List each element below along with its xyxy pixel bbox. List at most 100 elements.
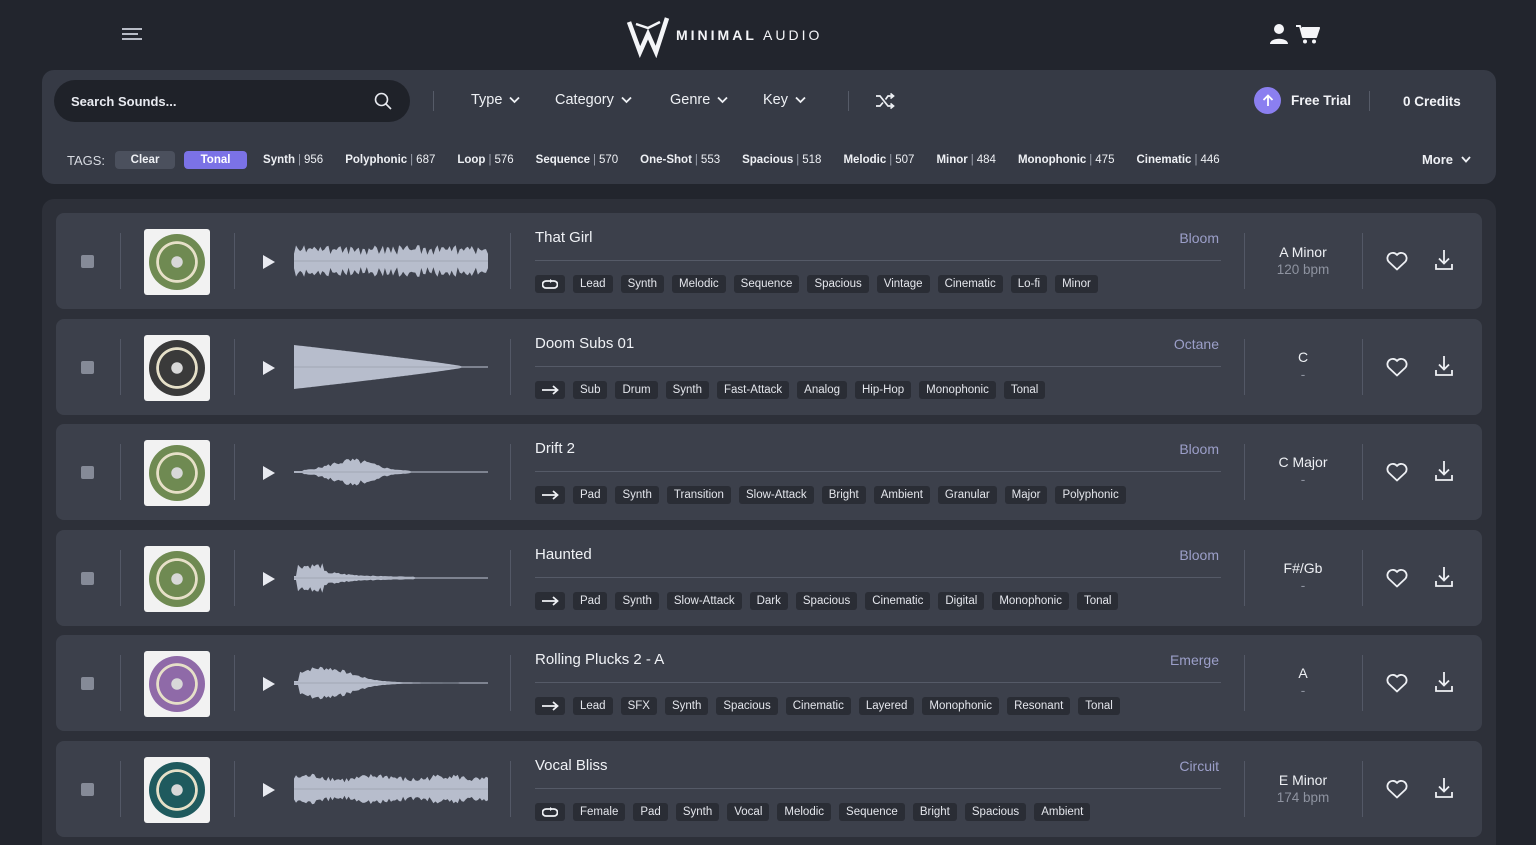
waveform[interactable] [294, 341, 488, 393]
waveform[interactable] [294, 763, 488, 815]
sound-row[interactable]: Doom Subs 01 Octane Sub Drum Synth Fast-Attac… [56, 318, 1482, 415]
category-dropdown[interactable]: Category [555, 92, 632, 108]
sound-tag[interactable]: Monophonic [922, 697, 1000, 716]
tag-filter-minor[interactable]: Minor | 484 [936, 154, 996, 166]
tag-filter-spacious[interactable]: Spacious | 518 [742, 154, 821, 166]
sound-tag[interactable]: Female [573, 803, 626, 821]
sound-tag[interactable]: Ambient [1034, 803, 1091, 821]
pack-name[interactable]: Bloom [1179, 230, 1219, 246]
clear-tags-button[interactable]: Clear [115, 151, 176, 169]
heart-icon[interactable] [1386, 779, 1408, 799]
sound-tag[interactable]: Monophonic [919, 380, 996, 399]
pack-thumbnail[interactable] [144, 757, 210, 823]
sound-tag[interactable]: Lead [573, 697, 613, 716]
shuffle-icon[interactable] [875, 92, 895, 110]
sound-tag[interactable]: Major [1004, 486, 1048, 505]
user-icon[interactable] [1269, 23, 1289, 45]
heart-icon[interactable] [1386, 462, 1408, 482]
sound-tag[interactable]: Synth [675, 803, 720, 821]
sound-tag[interactable]: Vocal [727, 803, 770, 821]
sound-tag[interactable]: Synth [615, 486, 659, 505]
tag-filter-polyphonic[interactable]: Polyphonic | 687 [345, 154, 435, 166]
tag-filter-loop[interactable]: Loop | 576 [457, 154, 513, 166]
tag-filter-cinematic[interactable]: Cinematic | 446 [1136, 154, 1219, 166]
waveform[interactable] [294, 446, 488, 498]
sound-tag[interactable]: Pad [573, 591, 608, 610]
more-tags-button[interactable]: More [1422, 152, 1471, 167]
download-icon[interactable] [1434, 355, 1454, 377]
sound-tag[interactable]: Tonal [1078, 697, 1120, 716]
sound-tag[interactable]: Tonal [1003, 380, 1046, 399]
sound-tag[interactable]: Pad [633, 803, 668, 821]
play-icon[interactable] [262, 676, 276, 692]
hamburger-menu-icon[interactable] [122, 28, 142, 42]
waveform[interactable] [294, 657, 488, 709]
sound-tag[interactable]: Synth [615, 591, 659, 610]
active-tag-tonal[interactable]: Tonal [184, 151, 248, 169]
sound-tag[interactable]: Minor [1055, 275, 1098, 293]
sound-tag[interactable]: SFX [620, 697, 657, 716]
tag-filter-one-shot[interactable]: One-Shot | 553 [640, 154, 720, 166]
select-checkbox[interactable] [81, 677, 94, 691]
sound-tag[interactable]: Lead [573, 275, 613, 293]
sound-tag[interactable]: Spacious [964, 803, 1027, 821]
free-trial-button[interactable]: Free Trial [1254, 87, 1351, 114]
pack-name[interactable]: Bloom [1179, 441, 1219, 457]
pack-thumbnail[interactable] [144, 229, 210, 295]
sound-tag[interactable]: Ambient [873, 486, 930, 505]
sound-tag[interactable]: Melodic [672, 275, 726, 293]
download-icon[interactable] [1434, 249, 1454, 271]
sound-name[interactable]: Vocal Bliss [535, 757, 608, 774]
sound-tag[interactable]: Synth [664, 697, 709, 716]
sound-tag[interactable]: Cinematic [785, 697, 851, 716]
pack-name[interactable]: Bloom [1179, 547, 1219, 563]
download-icon[interactable] [1434, 460, 1454, 482]
select-checkbox[interactable] [81, 360, 94, 374]
sound-row[interactable]: Haunted Bloom Pad Synth Slow-Attack Dark Spaci… [56, 529, 1482, 626]
sound-tag[interactable]: Monophonic [992, 591, 1069, 610]
sound-tag[interactable]: Slow-Attack [738, 486, 814, 505]
sound-name[interactable]: That Girl [535, 229, 593, 246]
heart-icon[interactable] [1386, 673, 1408, 693]
sound-tag[interactable]: Layered [858, 697, 915, 716]
genre-dropdown[interactable]: Genre [670, 92, 728, 108]
sound-tag[interactable]: Sequence [733, 275, 800, 293]
sound-tag[interactable]: Bright [821, 486, 866, 505]
sound-name[interactable]: Doom Subs 01 [535, 335, 634, 352]
play-icon[interactable] [262, 254, 276, 270]
sound-tag[interactable]: Sequence [839, 803, 905, 821]
sound-tag[interactable]: Synth [620, 275, 665, 293]
sound-name[interactable]: Rolling Plucks 2 - A [535, 651, 664, 668]
play-icon[interactable] [262, 465, 276, 481]
pack-name[interactable]: Octane [1174, 336, 1219, 352]
sound-tag[interactable]: Bright [912, 803, 957, 821]
sound-name[interactable]: Haunted [535, 546, 592, 563]
pack-thumbnail[interactable] [144, 651, 210, 718]
sound-tag[interactable]: Transition [666, 486, 731, 505]
waveform[interactable] [294, 235, 488, 287]
sound-tag[interactable]: Slow-Attack [666, 591, 742, 610]
pack-name[interactable]: Circuit [1179, 758, 1219, 774]
tag-filter-sequence[interactable]: Sequence | 570 [536, 154, 619, 166]
sound-tag[interactable]: Resonant [1007, 697, 1071, 716]
download-icon[interactable] [1434, 671, 1454, 693]
heart-icon[interactable] [1386, 251, 1408, 271]
type-dropdown[interactable]: Type [471, 92, 521, 108]
sound-row[interactable]: Drift 2 Bloom Pad Synth Transition Slow-Attac… [56, 424, 1482, 521]
sound-tag[interactable]: Vintage [876, 275, 930, 293]
sound-row[interactable]: Rolling Plucks 2 - A Emerge Lead SFX Synth Sp… [56, 635, 1482, 732]
sound-tag[interactable]: Spacious [807, 275, 869, 293]
sound-tag[interactable]: Tonal [1076, 591, 1119, 610]
play-icon[interactable] [262, 360, 276, 376]
tag-filter-monophonic[interactable]: Monophonic | 475 [1018, 154, 1115, 166]
sound-tag[interactable]: Dark [749, 591, 788, 610]
waveform[interactable] [294, 552, 488, 604]
sound-tag[interactable]: Melodic [777, 803, 832, 821]
download-icon[interactable] [1434, 566, 1454, 588]
pack-thumbnail[interactable] [144, 334, 210, 401]
play-icon[interactable] [262, 571, 276, 587]
select-checkbox[interactable] [81, 783, 94, 796]
sound-tag[interactable]: Pad [573, 486, 608, 505]
sound-tag[interactable]: Analog [797, 380, 847, 399]
pack-thumbnail[interactable] [144, 545, 210, 612]
